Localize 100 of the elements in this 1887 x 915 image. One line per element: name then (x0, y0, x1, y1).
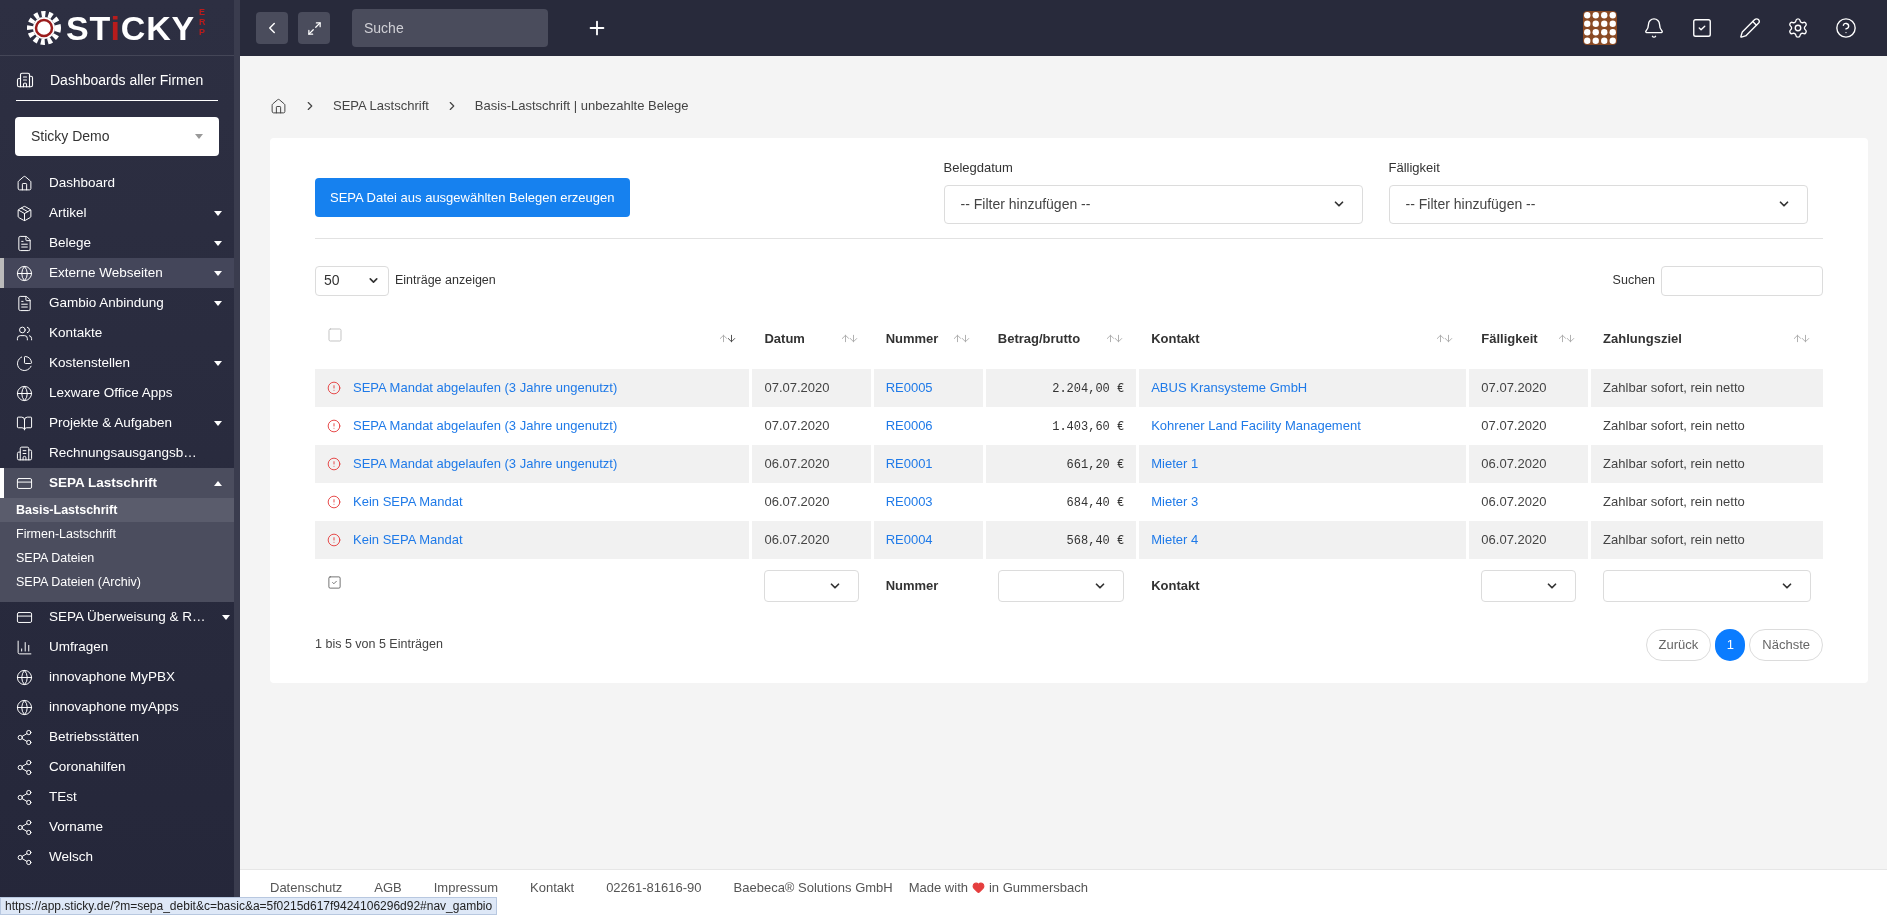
contact-link[interactable]: Kohrener Land Facility Management (1151, 417, 1361, 433)
share-icon (16, 758, 33, 776)
pagination-button[interactable]: 1 (1715, 628, 1746, 661)
contact-link[interactable]: Mieter 3 (1151, 493, 1199, 509)
contact-link[interactable]: Mieter 1 (1151, 455, 1199, 471)
footer-link[interactable]: AGB (374, 878, 402, 898)
people-icon (16, 324, 33, 342)
filter-select[interactable]: -- Filter hinzufügen -- (1388, 184, 1808, 224)
amount-cell: 2.204,00 € (1052, 381, 1125, 396)
home-icon[interactable] (270, 97, 287, 115)
column-header[interactable]: Kontakt (1151, 328, 1200, 349)
sidebar-item[interactable]: Coronahilfen (0, 752, 234, 782)
sidebar-item[interactable]: TEst (0, 782, 234, 812)
footer-link[interactable]: Impressum (433, 878, 499, 898)
sidebar-item[interactable]: Lexware Office Apps (0, 378, 234, 408)
company-select[interactable]: Sticky Demo (15, 117, 219, 156)
status-link[interactable]: SEPA Mandat abgelaufen (3 Jahre ungenutzt) (353, 415, 618, 436)
caret-down-icon (214, 240, 222, 246)
bell-icon[interactable] (1643, 17, 1665, 39)
page-length-select[interactable]: 50 (315, 265, 389, 296)
status-link[interactable]: Kein SEPA Mandat (353, 529, 463, 550)
number-link[interactable]: RE0003 (885, 493, 933, 509)
sidebar-item[interactable]: Artikel (0, 198, 234, 228)
due-date-cell: 07.07.2020 (1481, 417, 1547, 433)
footer-link[interactable]: Datenschutz (270, 878, 343, 898)
sidebar-item[interactable]: Belege (0, 228, 234, 258)
amount-cell: 661,20 € (1066, 457, 1125, 472)
sidebar-item[interactable]: Rechnungsausgangsb… (0, 438, 234, 468)
contact-link[interactable]: ABUS Kransysteme GmbH (1151, 379, 1308, 395)
footer-link[interactable]: 02261-81616-90 (606, 878, 702, 898)
search-field[interactable]: Suche (352, 9, 548, 47)
sidebar-item[interactable]: Dashboard (0, 168, 234, 198)
number-link[interactable]: RE0005 (885, 379, 933, 395)
footer-link[interactable]: Kontakt (530, 878, 575, 898)
box-icon (16, 204, 33, 222)
filter-select[interactable] (997, 569, 1125, 602)
caret-down-icon (214, 360, 222, 366)
table-search-field[interactable] (1661, 265, 1823, 296)
help-icon[interactable] (1835, 17, 1857, 39)
sidebar-item[interactable]: Betriebsstätten (0, 722, 234, 752)
home-icon (16, 174, 33, 192)
sidebar-item[interactable]: Kontakte (0, 318, 234, 348)
sidebar-subitem[interactable]: Firmen-Lastschrift (0, 522, 234, 546)
sidebar-subitem[interactable]: SEPA Dateien (Archiv) (0, 570, 234, 594)
sidebar-item[interactable]: Externe Webseiten (0, 258, 234, 288)
contact-link[interactable]: Mieter 4 (1151, 531, 1199, 547)
select-all-checkbox[interactable] (327, 326, 343, 343)
column-header[interactable]: Fälligkeit (1481, 328, 1538, 349)
breadcrumb-item[interactable]: SEPA Lastschrift (333, 96, 429, 116)
sidebar-item[interactable]: innovaphone myApps (0, 692, 234, 722)
sidebar-item[interactable]: Umfragen (0, 632, 234, 662)
expand-button[interactable] (298, 12, 330, 44)
column-header[interactable]: Betrag/brutto (997, 328, 1081, 349)
date-cell: 06.07.2020 (764, 455, 830, 471)
number-link[interactable]: RE0004 (885, 531, 933, 547)
sidebar-item[interactable]: Vorname (0, 812, 234, 842)
sidebar-subitem[interactable]: SEPA Dateien (0, 546, 234, 570)
column-header[interactable]: Nummer (885, 328, 939, 349)
filter-select[interactable] (764, 569, 859, 602)
pencil-icon[interactable] (1739, 17, 1761, 39)
settings-icon[interactable] (1787, 17, 1809, 39)
globe-icon (16, 698, 33, 716)
alert-icon (327, 418, 341, 433)
pie-chart-icon (16, 354, 33, 372)
caret-down-icon (214, 300, 222, 306)
caret-down-icon (214, 210, 222, 216)
breadcrumb-item: Basis-Lastschrift | unbezahlte Belege (474, 97, 689, 116)
alert-icon (327, 456, 341, 471)
status-link[interactable]: Kein SEPA Mandat (353, 491, 463, 512)
sidebar-item[interactable]: Gambio Anbindung (0, 288, 234, 318)
column-header[interactable]: Datum (764, 328, 805, 349)
filter-select[interactable]: -- Filter hinzufügen -- (943, 184, 1363, 224)
sidebar-item[interactable]: innovaphone MyPBX (0, 662, 234, 692)
select-checkbox[interactable] (327, 575, 342, 591)
due-date-cell: 07.07.2020 (1481, 379, 1547, 395)
share-icon (16, 728, 33, 746)
checkbox-icon[interactable] (1691, 17, 1713, 39)
sidebar-subitem[interactable]: Basis-Lastschrift (0, 498, 234, 522)
sort-icon[interactable] (718, 333, 738, 344)
sidebar-item[interactable]: SEPA Überweisung & R… (0, 602, 234, 632)
sidebar-item[interactable]: Dashboards aller Firmen (0, 60, 234, 100)
sidebar-item[interactable]: SEPA Lastschrift (0, 468, 234, 498)
payment-terms-cell: Zahlbar sofort, rein netto (1603, 531, 1745, 547)
sidebar-item[interactable]: Projekte & Aufgaben (0, 408, 234, 438)
column-filter-label: Kontakt (1151, 577, 1200, 593)
sidebar-item[interactable]: Welsch (0, 842, 234, 872)
sidebar-item[interactable]: Kostenstellen (0, 348, 234, 378)
column-header[interactable]: Zahlungsziel (1603, 328, 1682, 349)
filter-select[interactable] (1481, 569, 1577, 602)
number-link[interactable]: RE0001 (885, 455, 933, 471)
amount-cell: 684,40 € (1066, 495, 1125, 510)
create-sepa-button[interactable]: SEPA Datei aus ausgewählten Belegen erzeugen (315, 178, 630, 217)
payment-terms-cell: Zahlbar sofort, rein netto (1603, 493, 1745, 509)
date-cell: 07.07.2020 (764, 379, 830, 395)
payment-terms-cell: Zahlbar sofort, rein netto (1603, 379, 1745, 395)
back-button[interactable] (256, 12, 288, 44)
filter-select[interactable] (1603, 569, 1811, 602)
avatar-icon[interactable] (1583, 11, 1617, 45)
number-link[interactable]: RE0006 (885, 417, 933, 433)
footer-link[interactable]: Baebeca® Solutions GmbH (733, 878, 893, 898)
